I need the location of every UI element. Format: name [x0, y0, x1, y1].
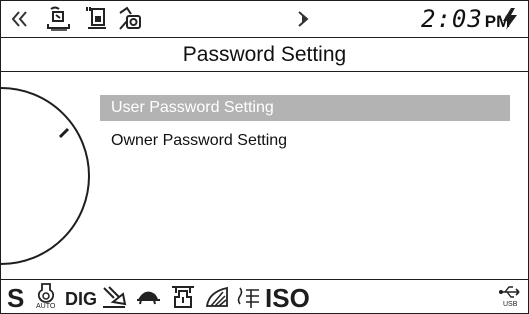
auto-label: AUTO: [36, 303, 56, 310]
nav-next-icon[interactable]: [297, 11, 311, 27]
turtle-icon: [137, 291, 160, 305]
owner-password-setting-item[interactable]: Owner Password Setting: [100, 128, 510, 154]
usb-icon: [499, 286, 520, 298]
s-mode-indicator: S: [7, 283, 25, 313]
main-area: User Password Setting Owner Password Set…: [1, 72, 528, 279]
user-password-setting-item[interactable]: User Password Setting: [100, 95, 510, 121]
password-menu: User Password Setting Owner Password Set…: [100, 95, 510, 161]
maintenance-icon: [119, 6, 141, 30]
status-bar: 2:03 PM: [1, 1, 528, 38]
clock: 2:03 PM: [421, 5, 510, 33]
wiper-icon: [205, 286, 228, 307]
fuel-gauge-icon: [86, 7, 106, 29]
dig-mode-label: DIG: [65, 289, 98, 309]
bottom-bar: S AUTO DIG ISO USB: [1, 279, 528, 314]
auto-idle-icon: [37, 283, 55, 303]
machine-warmup-icon: [47, 6, 70, 31]
attachment-icon: [172, 286, 194, 308]
screen-frame: 2:03 PM Password Setting User Password S…: [0, 0, 529, 314]
lightning-bolt-icon: [503, 8, 517, 30]
usb-label: USB: [503, 301, 518, 308]
iso-indicator: ISO: [265, 283, 310, 313]
title-bar: Password Setting: [1, 38, 528, 72]
jog-dial-icon: [1, 87, 90, 265]
clock-time: 2:03: [421, 5, 483, 33]
heater-icon: [237, 287, 259, 308]
nav-prev-icon[interactable]: [11, 11, 29, 27]
dig-mode-icon: [103, 286, 127, 308]
page-title: Password Setting: [182, 42, 347, 66]
